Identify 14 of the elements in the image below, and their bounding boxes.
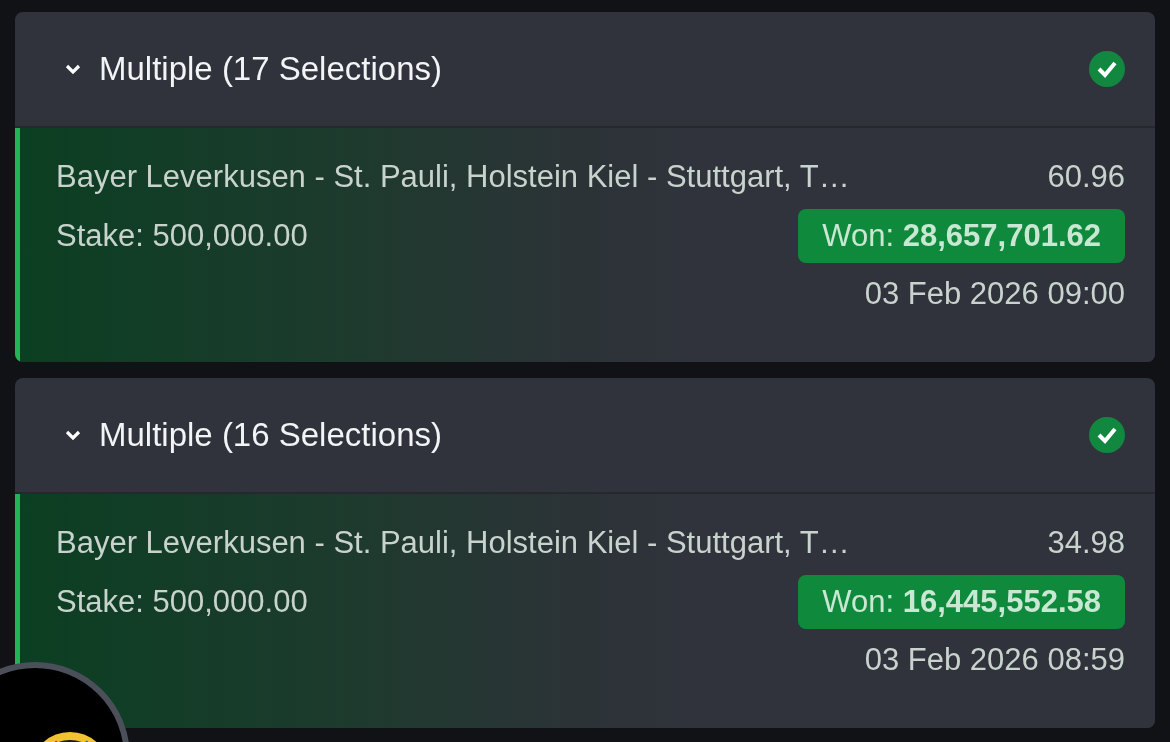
- selections-text: Bayer Leverkusen - St. Pauli, Holstein Kiel - Stuttgart, T…: [56, 524, 850, 562]
- bet-title: Multiple (16 Selections): [99, 415, 443, 456]
- odds-value: 34.98: [1047, 524, 1125, 562]
- chevron-icon[interactable]: [65, 428, 81, 442]
- bet-title: Multiple (17 Selections): [99, 49, 443, 90]
- stake-text: Stake: 500,000.00: [56, 216, 308, 255]
- winnings-badge: Won: 28,657,701.62: [798, 208, 1125, 263]
- winnings-badge: Won: 16,445,552.58: [798, 574, 1125, 629]
- chevron-icon[interactable]: [65, 62, 81, 76]
- bet-date: 03 Feb 2026 09:00: [864, 275, 1125, 313]
- selections-text: Bayer Leverkusen - St. Pauli, Holstein Kiel - Stuttgart, T…: [56, 158, 850, 196]
- bet-date: 03 Feb 2026 08:59: [864, 641, 1125, 679]
- stake-text: Stake: 500,000.00: [56, 582, 308, 621]
- odds-value: 60.96: [1047, 158, 1125, 196]
